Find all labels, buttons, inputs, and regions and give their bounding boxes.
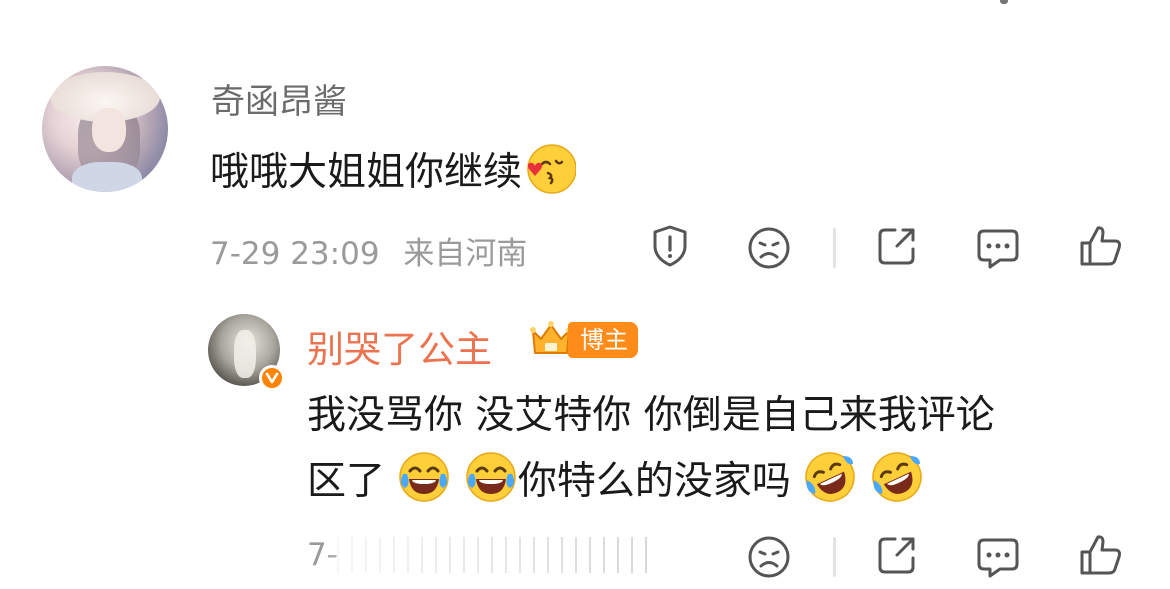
comment-username[interactable]: 奇函昂酱 [211, 74, 347, 123]
reply-text: 我没骂你 没艾特你 你倒是自己来我评论 区了 你特么的没家吗 [307, 383, 1107, 515]
laugh-cry-emoji-icon [399, 452, 450, 502]
comment-meta: 7-29 23:09 来自河南 [210, 228, 527, 273]
share-icon[interactable] [873, 531, 921, 579]
divider [833, 537, 836, 577]
comment-location: 来自河南 [403, 236, 528, 272]
divider [833, 228, 836, 268]
blogger-badge: 博主 [568, 322, 638, 358]
reply-text-part-a: 区了 [307, 459, 386, 504]
comment-text: 哦哦大姐姐你继续 [210, 150, 523, 195]
reply-icon[interactable] [974, 533, 1022, 581]
redacted-meta-overlay [330, 537, 655, 573]
like-icon[interactable] [1077, 222, 1125, 270]
comment-text-row: 哦哦大姐姐你继续 [210, 141, 577, 197]
like-icon[interactable] [1077, 531, 1125, 579]
top-edge-fragment [1000, 0, 1008, 4]
reply-text-line1: 我没骂你 没艾特你 你倒是自己来我评论 [307, 393, 995, 438]
verified-badge-icon [259, 365, 285, 391]
share-icon[interactable] [873, 222, 921, 270]
reply-icon[interactable] [974, 224, 1022, 272]
avatar[interactable] [42, 66, 168, 192]
dislike-icon[interactable] [745, 224, 793, 272]
laugh-cry-emoji-icon [466, 452, 516, 502]
reply-username[interactable]: 别哭了公主 [307, 319, 492, 373]
rolling-laugh-emoji-icon [871, 452, 922, 502]
rolling-laugh-emoji-icon [805, 452, 855, 502]
dislike-icon[interactable] [745, 533, 793, 581]
report-icon[interactable] [646, 222, 694, 270]
kiss-emoji-icon [527, 144, 577, 194]
reply-text-part-b: 你特么的没家吗 [517, 459, 791, 504]
reply-text-line2: 区了 你特么的没家吗 [307, 449, 1107, 515]
comment-time: 7-29 23:09 [210, 236, 380, 272]
